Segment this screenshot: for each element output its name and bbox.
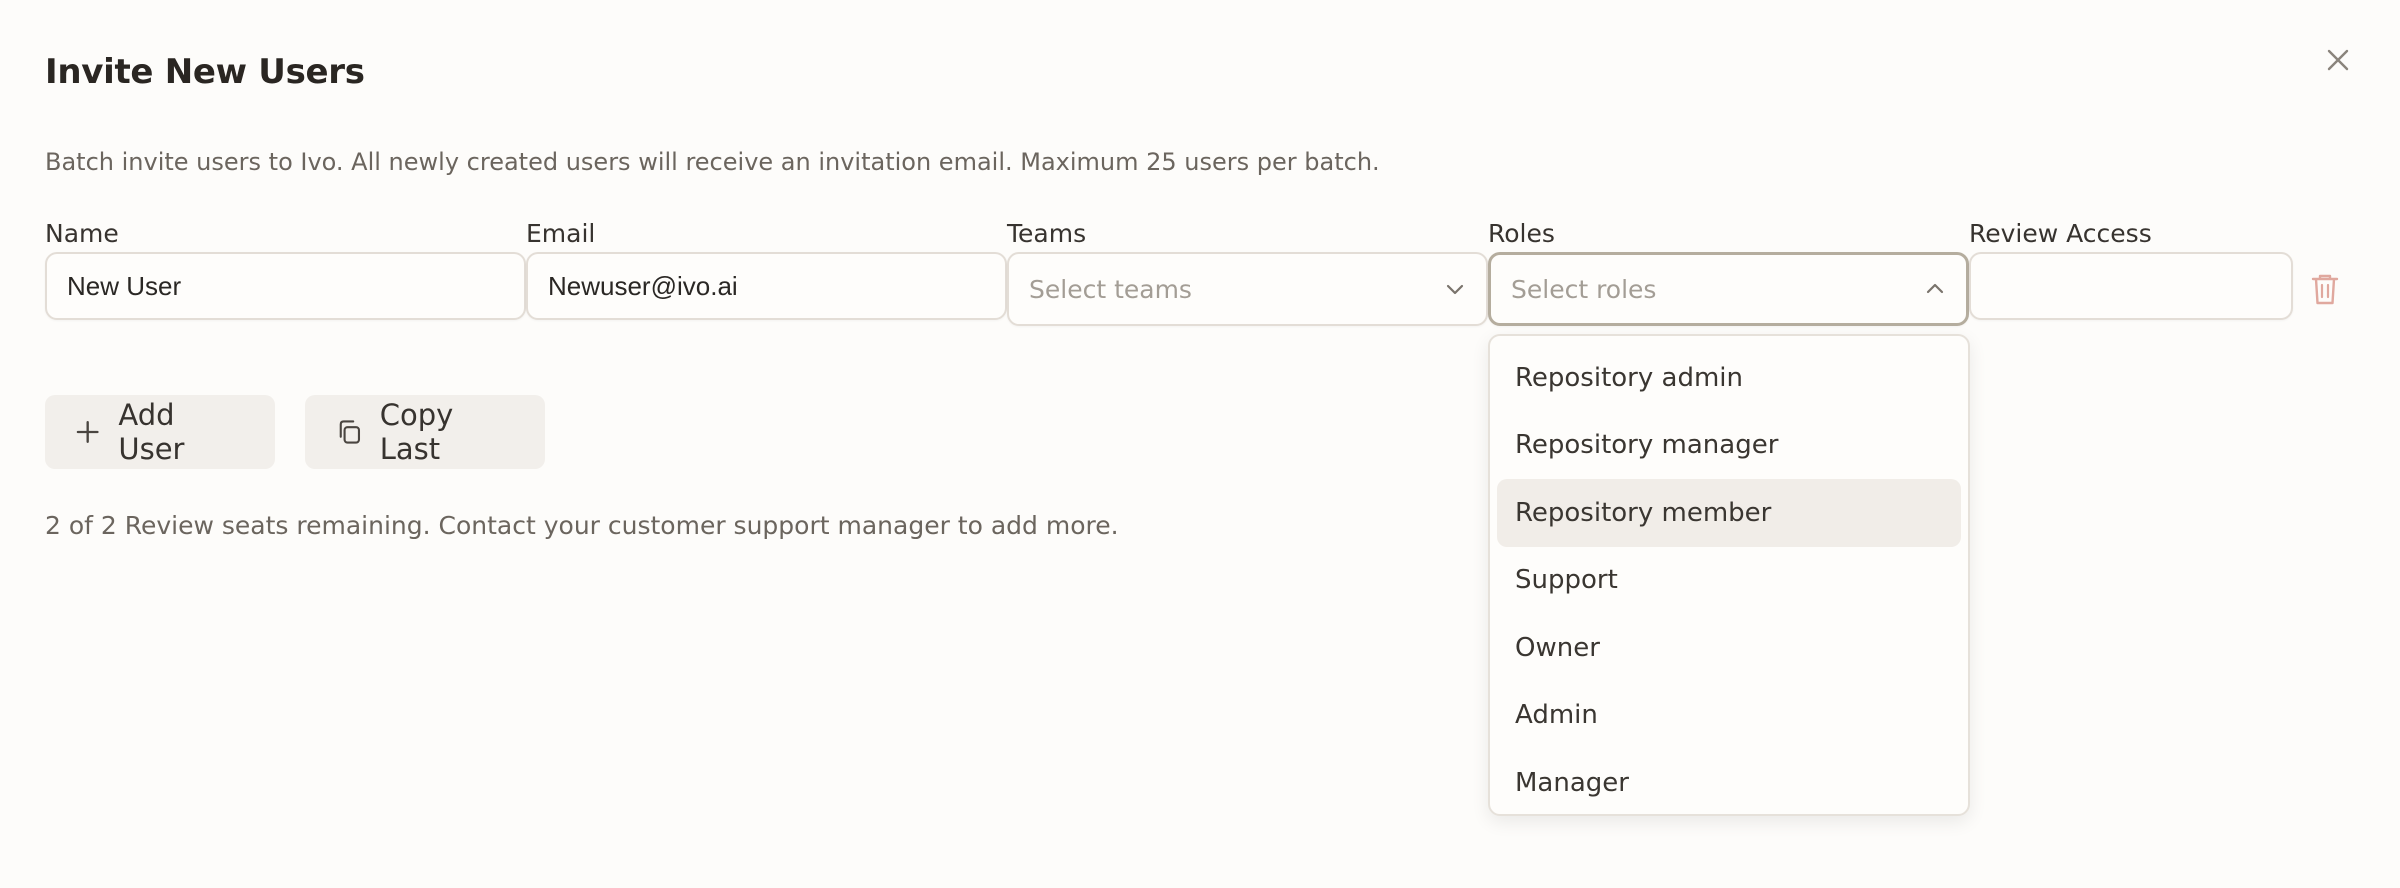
copy-icon bbox=[339, 420, 361, 444]
add-user-label: Add User bbox=[118, 398, 185, 466]
role-option-repository-manager[interactable]: Repository manager bbox=[1497, 412, 1961, 480]
role-option-repository-admin[interactable]: Repository admin bbox=[1497, 344, 1961, 412]
email-label: Email bbox=[526, 219, 596, 248]
teams-select[interactable]: Select teams bbox=[1007, 252, 1488, 326]
roles-select-placeholder: Select roles bbox=[1511, 274, 1657, 304]
add-user-button[interactable]: Add User bbox=[45, 395, 275, 469]
teams-select-placeholder: Select teams bbox=[1029, 274, 1192, 304]
review-access-input[interactable] bbox=[1969, 252, 2293, 320]
chevron-up-icon bbox=[1926, 283, 1944, 294]
name-label: Name bbox=[45, 219, 119, 248]
email-input[interactable]: Newuser@ivo.ai bbox=[526, 252, 1007, 320]
dialog-title: Invite New Users bbox=[45, 52, 365, 92]
role-option-repository-member[interactable]: Repository member bbox=[1497, 479, 1961, 547]
dialog-description: Batch invite users to Ivo. All newly cre… bbox=[45, 148, 1380, 176]
roles-select[interactable]: Select roles bbox=[1488, 252, 1969, 326]
teams-label: Teams bbox=[1007, 219, 1087, 248]
name-input-value: New User bbox=[67, 270, 182, 301]
review-access-label: Review Access bbox=[1969, 219, 2152, 248]
copy-last-label: Copy Last bbox=[379, 398, 454, 466]
close-button[interactable] bbox=[2322, 44, 2354, 76]
role-option-support[interactable]: Support bbox=[1497, 547, 1961, 615]
trash-icon bbox=[2311, 274, 2339, 305]
review-seats-info: 2 of 2 Review seats remaining. Contact y… bbox=[45, 511, 1119, 540]
roles-dropdown-menu: Repository admin Repository manager Repo… bbox=[1488, 334, 1970, 816]
plus-icon bbox=[76, 421, 99, 443]
email-input-value: Newuser@ivo.ai bbox=[548, 270, 738, 301]
close-icon bbox=[2327, 49, 2349, 71]
name-input[interactable]: New User bbox=[45, 252, 526, 320]
copy-last-button[interactable]: Copy Last bbox=[305, 395, 545, 469]
role-option-owner[interactable]: Owner bbox=[1497, 614, 1961, 682]
invite-users-dialog: Invite New Users Batch invite users to I… bbox=[0, 0, 2400, 888]
delete-row-button[interactable] bbox=[2310, 272, 2340, 306]
roles-label: Roles bbox=[1488, 219, 1555, 248]
chevron-down-icon bbox=[1446, 284, 1464, 295]
role-option-admin[interactable]: Admin bbox=[1497, 682, 1961, 750]
role-option-manager[interactable]: Manager bbox=[1497, 749, 1961, 817]
